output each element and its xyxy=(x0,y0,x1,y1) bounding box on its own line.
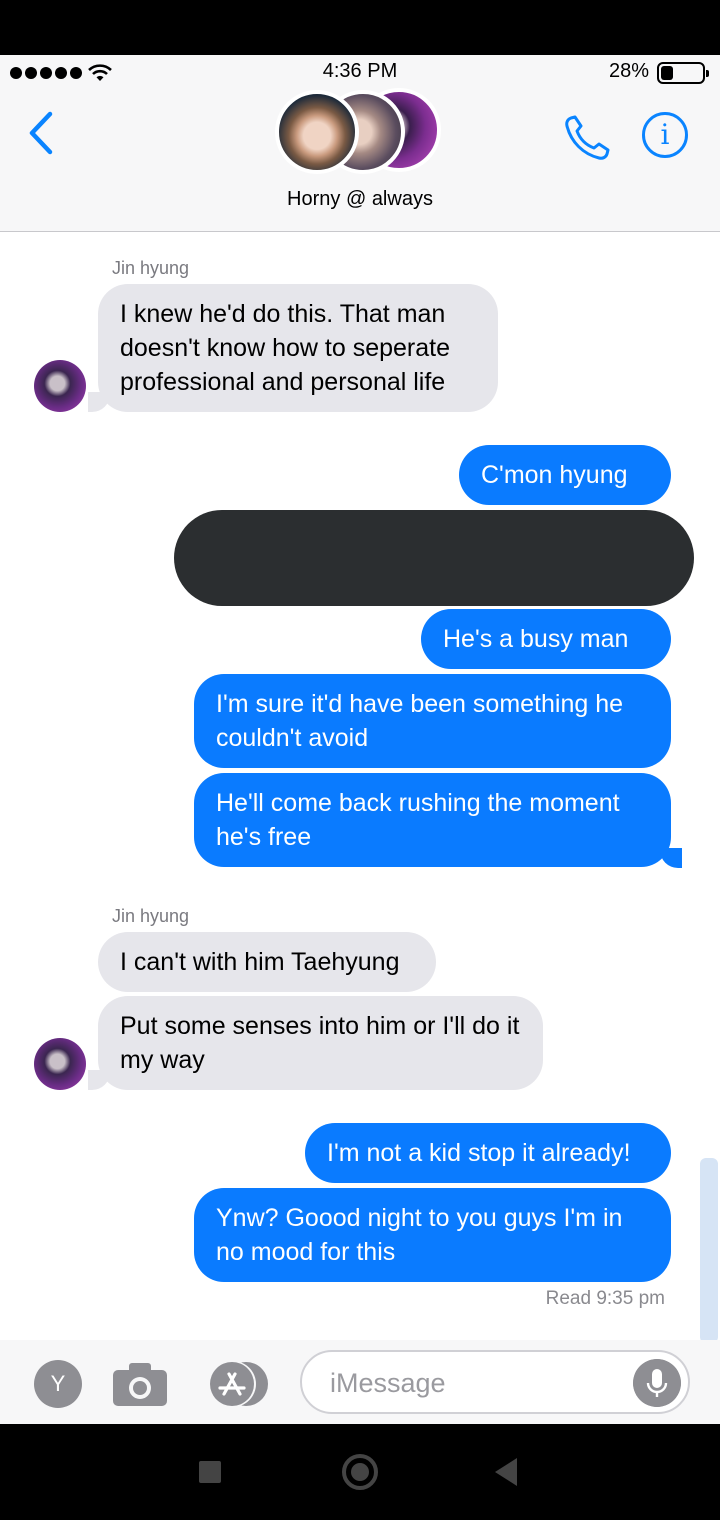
home-circle-icon[interactable] xyxy=(342,1454,378,1490)
camera-icon[interactable] xyxy=(111,1360,169,1408)
bubble-tail xyxy=(660,848,682,868)
battery-percent: 28% xyxy=(609,60,650,82)
scrollbar[interactable] xyxy=(700,1158,718,1343)
outgoing-message[interactable]: I'm not a kid stop it already! xyxy=(305,1123,671,1183)
microphone-icon[interactable] xyxy=(633,1359,681,1407)
back-triangle-icon[interactable] xyxy=(495,1458,517,1486)
sender-avatar[interactable] xyxy=(34,360,86,412)
recents-square-icon[interactable] xyxy=(199,1461,221,1483)
bubble-tail xyxy=(88,1070,110,1090)
top-black-bar xyxy=(0,0,720,55)
composer-bar: Y iMessage xyxy=(0,1340,720,1424)
incoming-message[interactable]: I knew he'd do this. That man doesn't kn… xyxy=(98,284,498,412)
group-avatars[interactable] xyxy=(275,88,450,178)
read-receipt: Read 9:35 pm xyxy=(545,1288,665,1309)
system-navigation-bar xyxy=(0,1424,720,1520)
incoming-message[interactable]: Put some senses into him or I'll do it m… xyxy=(98,996,543,1090)
group-name[interactable]: Horny @ always xyxy=(0,188,720,211)
phone-icon[interactable] xyxy=(562,113,612,163)
conversation-header: 4:36 PM 28% Horny @ always i xyxy=(0,55,720,232)
outgoing-message[interactable]: He'll come back rushing the moment he's … xyxy=(194,773,671,867)
outgoing-message[interactable]: He's a busy man xyxy=(421,609,671,669)
app-store-icon[interactable] xyxy=(206,1360,272,1408)
message-input-placeholder: iMessage xyxy=(330,1368,446,1398)
sender-avatar[interactable] xyxy=(34,1038,86,1090)
app-y-button[interactable]: Y xyxy=(34,1360,82,1408)
sender-name: Jin hyung xyxy=(112,258,190,278)
back-chevron-icon[interactable] xyxy=(26,110,56,156)
battery-icon xyxy=(657,62,709,84)
redacted-message xyxy=(174,510,694,606)
outgoing-message[interactable]: C'mon hyung xyxy=(459,445,671,505)
outgoing-message[interactable]: I'm sure it'd have been something he cou… xyxy=(194,674,671,768)
incoming-message[interactable]: I can't with him Taehyung xyxy=(98,932,436,992)
info-icon[interactable]: i xyxy=(642,112,688,158)
message-input[interactable]: iMessage xyxy=(300,1350,690,1414)
sender-name: Jin hyung xyxy=(112,906,190,926)
bubble-tail xyxy=(88,392,110,412)
outgoing-message[interactable]: Ynw? Goood night to you guys I'm in no m… xyxy=(194,1188,671,1282)
avatar xyxy=(275,90,359,174)
